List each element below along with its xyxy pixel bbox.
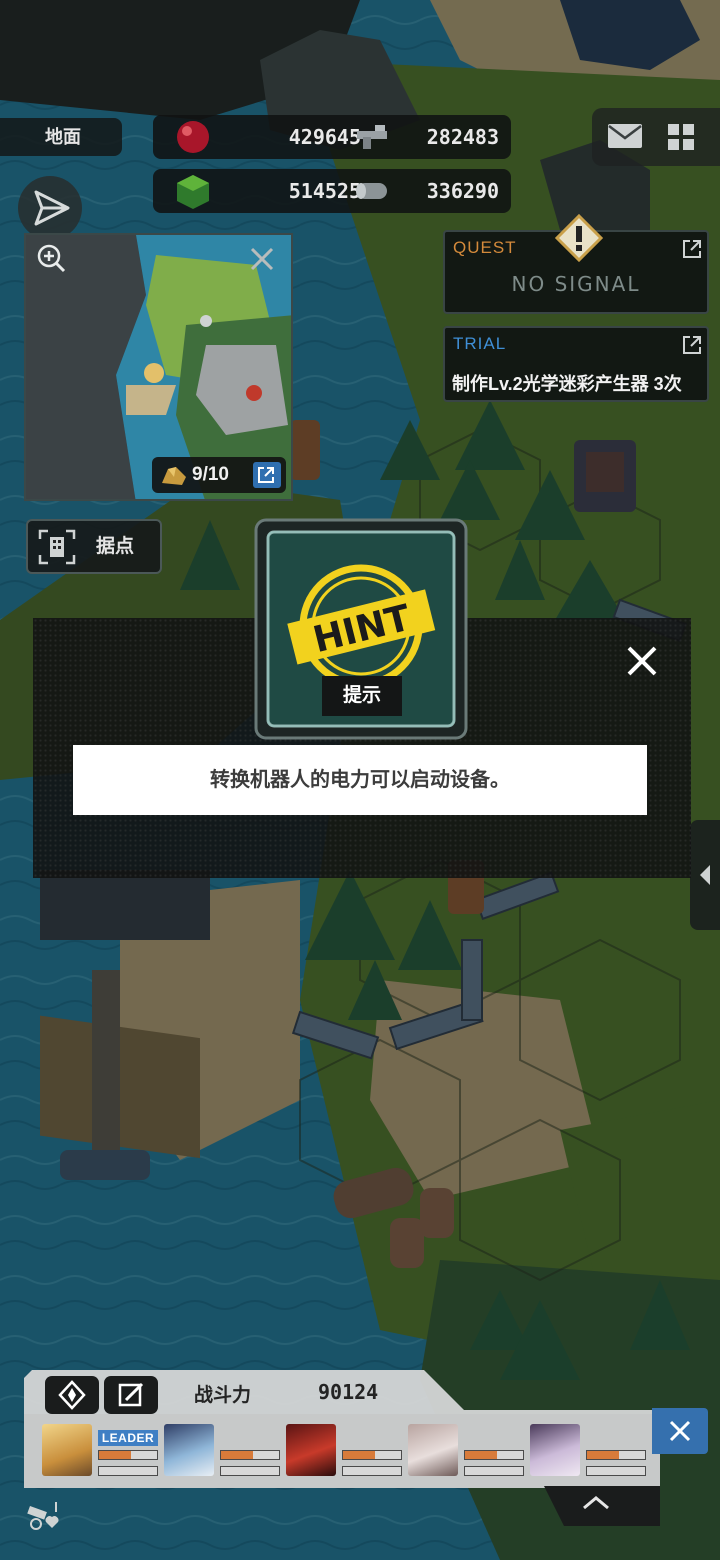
resource-row-2: 514525 336290	[153, 169, 511, 213]
green-cube-icon	[177, 175, 209, 209]
chevron-left-icon	[700, 865, 710, 885]
quest-panel[interactable]: QUEST NO SIGNAL	[443, 214, 709, 314]
mail-icon[interactable]	[606, 120, 644, 152]
hint-title: 提示	[322, 676, 402, 716]
paper-plane-icon	[34, 190, 70, 226]
chevron-up-icon	[583, 1496, 609, 1510]
energy-bar	[586, 1466, 646, 1476]
resource-panel: 429645 282483 514525 336290	[153, 115, 511, 213]
edit-team-button[interactable]	[104, 1376, 158, 1414]
stronghold-label: 据点	[96, 536, 135, 557]
hp-bar-fill	[465, 1451, 497, 1459]
hp-bar	[586, 1450, 646, 1460]
edit-icon	[118, 1382, 144, 1407]
trial-description: 制作Lv.2光学迷彩产生器 3次	[452, 374, 682, 394]
energy-bar	[464, 1466, 524, 1476]
minimap[interactable]: 9/10	[24, 233, 293, 501]
trial-panel[interactable]: TRIAL 制作Lv.2光学迷彩产生器 3次	[443, 326, 709, 402]
hp-bar-fill	[587, 1451, 619, 1459]
stronghold-count[interactable]: 9/10	[152, 457, 286, 493]
leader-badge: LEADER	[98, 1430, 158, 1446]
ore-icon	[162, 467, 186, 485]
team-close-button[interactable]	[652, 1408, 708, 1454]
energy-bar	[98, 1466, 158, 1476]
resource-row-1: 429645 282483	[153, 115, 511, 159]
red-orb-icon	[177, 121, 209, 153]
resource-value-green-cube: 514525	[288, 179, 361, 203]
combat-power-value: 90124	[318, 1380, 379, 1404]
stronghold-count-text: 9/10	[192, 464, 229, 485]
zoom-in-icon[interactable]	[36, 243, 66, 273]
hp-bar	[98, 1450, 158, 1460]
avatar	[286, 1424, 336, 1476]
terrain-type-label: 地面	[0, 118, 122, 156]
formation-button[interactable]	[45, 1376, 99, 1414]
external-link-icon[interactable]	[252, 461, 282, 489]
warning-icon	[555, 214, 603, 262]
resource-value-red-orb: 429645	[288, 125, 361, 149]
trial-external-link-icon[interactable]	[681, 334, 703, 356]
team-member-3[interactable]	[286, 1424, 402, 1478]
hint-message-box: 转换机器人的电力可以启动设备。	[73, 745, 647, 815]
hp-bar	[342, 1450, 402, 1460]
resource-value-battery: 336290	[426, 179, 499, 203]
avatar	[530, 1424, 580, 1476]
side-panel-tab[interactable]	[690, 820, 720, 930]
minimap-close-icon[interactable]	[248, 245, 276, 273]
hp-bar-fill	[343, 1451, 375, 1459]
energy-bar	[220, 1466, 280, 1476]
cylinder-battery-icon	[356, 183, 387, 199]
close-icon	[669, 1420, 691, 1442]
quest-external-link-icon[interactable]	[681, 238, 703, 260]
avatar	[42, 1424, 92, 1476]
team-member-1[interactable]: LEADER	[42, 1424, 158, 1478]
move-arrows-icon	[58, 1380, 86, 1410]
unit-status-icon[interactable]	[26, 1498, 66, 1534]
team-member-4[interactable]	[408, 1424, 524, 1478]
close-icon[interactable]	[625, 644, 659, 678]
hp-bar	[464, 1450, 524, 1460]
hp-bar	[220, 1450, 280, 1460]
quest-title: QUEST	[453, 238, 517, 257]
avatar	[164, 1424, 214, 1476]
hp-bar-fill	[221, 1451, 253, 1459]
trial-title: TRIAL	[453, 334, 507, 353]
resource-value-gun-parts: 282483	[426, 125, 499, 149]
team-member-5[interactable]	[530, 1424, 646, 1478]
top-right-menu	[592, 108, 720, 166]
gun-parts-icon	[357, 125, 387, 149]
energy-bar	[342, 1466, 402, 1476]
avatar	[408, 1424, 458, 1476]
hp-bar-fill	[99, 1451, 131, 1459]
stronghold-button[interactable]: 据点	[26, 519, 162, 574]
combat-power-label: 战斗力	[194, 1385, 252, 1406]
navigate-button[interactable]	[18, 176, 82, 240]
expand-button[interactable]	[540, 1486, 648, 1520]
quest-status: NO SIGNAL	[511, 272, 641, 296]
grid-menu-icon[interactable]	[666, 122, 696, 152]
team-member-2[interactable]	[164, 1424, 280, 1478]
hint-message: 转换机器人的电力可以启动设备。	[210, 769, 510, 791]
building-focus-icon	[38, 529, 76, 565]
